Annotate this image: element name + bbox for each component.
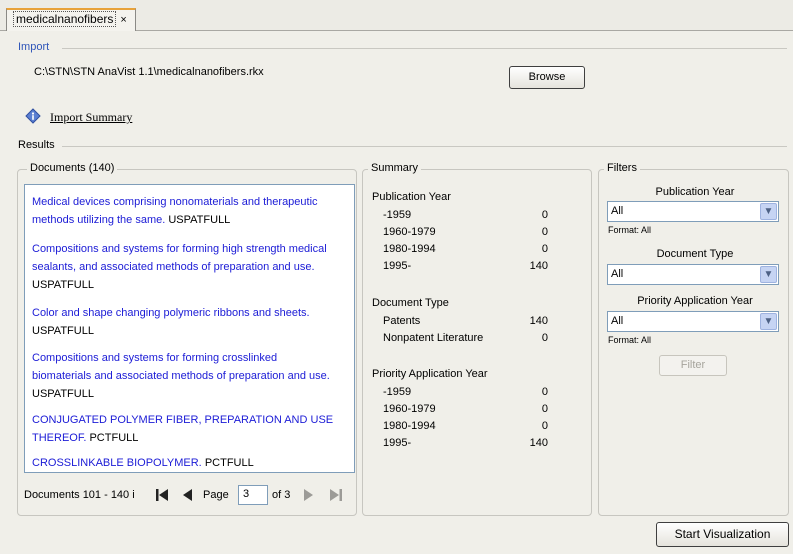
document-item[interactable]: Compositions and systems for forming cro… <box>32 349 335 403</box>
filter-label-document-type: Document Type <box>656 248 734 260</box>
filter-button: Filter <box>659 355 727 376</box>
summary-row-label: Patents <box>383 315 421 327</box>
next-page-icon <box>302 487 316 503</box>
document-title[interactable]: Color and shape changing polymeric ribbo… <box>32 307 310 319</box>
summary-row-label: 1995- <box>383 260 412 272</box>
chevron-down-icon[interactable]: ▼ <box>760 313 777 330</box>
priority-application-year-format: Format: All <box>608 335 652 345</box>
document-item[interactable]: CROSSLINKABLE BIOPOLYMER. PCTFULL <box>32 454 335 472</box>
summary-row-label: 1960-1979 <box>383 226 436 238</box>
document-source: USPATFULL <box>32 325 94 337</box>
info-icon <box>25 108 41 124</box>
summary-row-value: 140 <box>529 315 548 327</box>
import-group-title: Import <box>18 41 50 53</box>
page-of-label: of 3 <box>272 489 291 501</box>
import-summary-link[interactable]: Import Summary <box>50 110 132 125</box>
summary-row-value: 0 <box>541 209 548 221</box>
summary-heading-priority-application-year: Priority Application Year <box>372 368 488 380</box>
tab-label: medicalnanofibers <box>13 11 117 27</box>
page-number-input[interactable]: 3 <box>238 485 268 505</box>
first-page-icon[interactable] <box>154 487 170 503</box>
import-divider <box>62 48 787 49</box>
tab-close-icon[interactable]: × <box>120 14 126 26</box>
summary-row-value: 140 <box>529 260 548 272</box>
document-item[interactable]: Medical devices comprising nonomaterials… <box>32 193 335 229</box>
start-visualization-button[interactable]: Start Visualization <box>656 522 789 547</box>
document-title[interactable]: CROSSLINKABLE BIOPOLYMER. <box>32 457 202 469</box>
document-source: USPATFULL <box>32 388 94 400</box>
summary-row-label: 1960-1979 <box>383 403 436 415</box>
summary-title: Summary <box>368 162 422 174</box>
import-file-path: C:\STN\STN AnaVist 1.1\medicalnanofibers… <box>34 66 264 78</box>
summary-row-value: 0 <box>541 332 548 344</box>
documents-title: Documents (140) <box>27 162 118 174</box>
priority-application-year-select[interactable]: All ▼ <box>607 311 779 332</box>
browse-button[interactable]: Browse <box>509 66 585 89</box>
tab-medicalnanofibers[interactable]: medicalnanofibers × <box>6 8 136 31</box>
summary-row-label: 1980-1994 <box>383 243 436 255</box>
priority-application-year-value: All <box>611 315 624 327</box>
publication-year-format: Format: All <box>608 225 652 235</box>
filter-label-publication-year: Publication Year <box>655 186 735 198</box>
document-source: USPATFULL <box>168 214 231 226</box>
document-title[interactable]: CONJUGATED POLYMER FIBER, PREPARATION AN… <box>32 414 333 444</box>
last-page-icon <box>328 487 344 503</box>
documents-range: Documents 101 - 140 i <box>24 489 135 501</box>
summary-row-label: -1959 <box>383 386 412 398</box>
summary-heading-publication-year: Publication Year <box>372 191 451 203</box>
summary-row-value: 140 <box>529 437 548 449</box>
summary-row-label: Nonpatent Literature <box>383 332 484 344</box>
chevron-down-icon[interactable]: ▼ <box>760 203 777 220</box>
document-source: USPATFULL <box>32 279 94 291</box>
publication-year-value: All <box>611 205 624 217</box>
document-title[interactable]: Compositions and systems for forming cro… <box>32 352 330 382</box>
previous-page-icon[interactable] <box>180 487 194 503</box>
filter-label-priority-application-year: Priority Application Year <box>637 295 753 307</box>
filters-title: Filters <box>604 162 640 174</box>
document-source: PCTFULL <box>89 432 139 444</box>
document-type-value: All <box>611 268 624 280</box>
summary-row-value: 0 <box>541 243 548 255</box>
chevron-down-icon[interactable]: ▼ <box>760 266 777 283</box>
documents-list: Medical devices comprising nonomaterials… <box>24 184 355 473</box>
page-label: Page <box>203 489 229 501</box>
summary-row-value: 0 <box>541 420 548 432</box>
summary-heading-document-type: Document Type <box>372 297 449 309</box>
summary-row-value: 0 <box>541 386 548 398</box>
document-title[interactable]: Compositions and systems for forming hig… <box>32 243 327 273</box>
publication-year-select[interactable]: All ▼ <box>607 201 779 222</box>
document-item[interactable]: Compositions and systems for forming hig… <box>32 240 335 294</box>
summary-row-label: -1959 <box>383 209 412 221</box>
summary-row-value: 0 <box>541 403 548 415</box>
results-divider <box>62 146 787 147</box>
document-type-select[interactable]: All ▼ <box>607 264 779 285</box>
document-item[interactable]: CONJUGATED POLYMER FIBER, PREPARATION AN… <box>32 411 335 447</box>
document-source: PCTFULL <box>204 457 254 469</box>
results-group-title: Results <box>18 139 55 151</box>
document-item[interactable]: Color and shape changing polymeric ribbo… <box>32 304 335 340</box>
summary-row-label: 1980-1994 <box>383 420 436 432</box>
summary-row-label: 1995- <box>383 437 412 449</box>
summary-row-value: 0 <box>541 226 548 238</box>
